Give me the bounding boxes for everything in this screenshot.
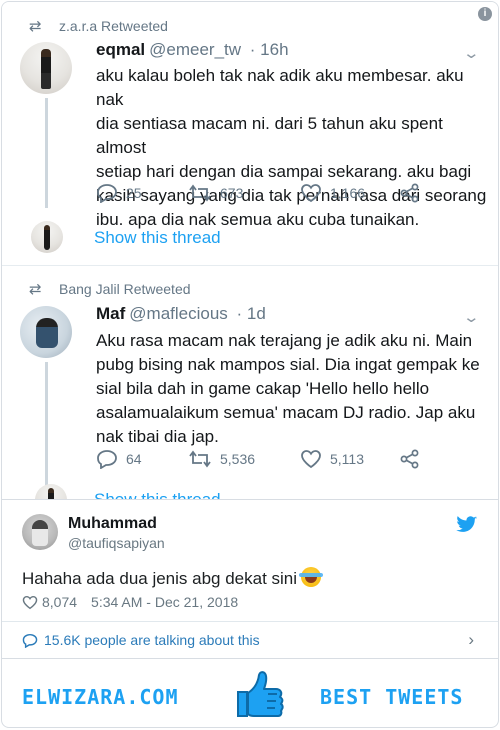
conversation-count-label: 15.6K people are talking about this [44,632,260,648]
reply-count: 64 [126,451,142,467]
heart-icon [301,184,321,203]
show-thread-link[interactable]: Show this thread [94,490,221,499]
heart-icon [301,450,321,469]
like-count: 1,166 [330,185,366,201]
retweet-icon [189,450,211,468]
retweet-context: ⇄ z.a.r.a Retweeted [29,17,168,35]
thread-connector [45,98,48,208]
retweet-context: ⇄ Bang Jalil Retweeted [29,280,191,298]
tweet-screenshot-image: i ⇄ z.a.r.a Retweeted eqmal @emeer_tw · 1… [2,2,498,499]
conversation-link[interactable]: 15.6K people are talking about this [22,632,260,648]
retweet-count: 673 [220,185,244,201]
retweet-action[interactable]: 673 [188,183,300,203]
retweet-icon [189,184,211,202]
reply-action[interactable]: 25 [96,183,188,203]
chevron-down-icon[interactable]: ⌄ [463,308,481,326]
thread-avatar[interactable] [35,484,67,499]
reply-icon [97,184,117,203]
avatar[interactable] [20,42,72,94]
info-icon[interactable]: i [478,7,492,21]
avatar[interactable] [20,306,72,358]
tweet-timestamp[interactable]: 5:34 AM - Dec 21, 2018 [91,594,238,610]
twitter-bird-icon[interactable] [456,516,478,534]
tweet-body: Hahaha ada dua jenis abg dekat sini [22,567,324,589]
tweet-time[interactable]: · 1d [237,304,266,323]
chevron-down-icon[interactable]: ⌄ [463,44,481,62]
author-name[interactable]: eqmal [96,40,145,59]
tweet-line: pubg bising nak mampos sial. Dia ingat g… [96,355,480,374]
like-action[interactable]: 5,113 [300,449,400,469]
divider [2,621,498,622]
retweet-context-label: z.a.r.a Retweeted [59,18,168,34]
tweet-time[interactable]: · 16h [250,40,289,59]
reply-count: 25 [126,185,142,201]
author-handle[interactable]: @maflecious [129,304,228,323]
embedded-tweet-card: i ⇄ z.a.r.a Retweeted eqmal @emeer_tw · 1… [1,1,499,728]
tweet-line: dia sentiasa macam ni. dari 5 tahun aku … [96,114,443,157]
heart-icon[interactable] [22,595,38,610]
retweet-icon: ⇄ [29,281,42,298]
divider [2,499,498,500]
tweet-line: setiap hari dengan dia sampai sekarang. … [96,162,472,181]
retweet-action[interactable]: 5,536 [188,449,300,469]
like-action[interactable]: 1,166 [300,183,400,203]
share-icon [400,183,419,203]
share-action[interactable] [400,449,420,469]
reply-action[interactable]: 64 [96,449,188,469]
tears-of-joy-emoji-icon [299,567,324,587]
thread-avatar[interactable] [31,221,63,253]
thread-connector [45,362,48,492]
tweet-line: aku kalau boleh tak nak adik aku membesa… [96,66,464,109]
like-count: 8,074 [42,594,78,610]
like-count: 5,113 [330,451,364,467]
thumbs-up-icon [237,671,284,717]
reply-icon [97,450,117,469]
tweet-body: aku kalau boleh tak nak adik aku membesa… [96,64,488,232]
tweet-header: Maf @maflecious · 1d [96,304,266,324]
tweet-body: Aku rasa macam nak terajang je adik aku … [96,329,488,449]
tweet-text: Hahaha ada dua jenis abg dekat sini [22,569,298,588]
tweet-header: eqmal @emeer_tw · 16h [96,40,289,60]
share-action[interactable] [400,183,420,203]
retweet-icon: ⇄ [29,18,42,35]
tweet-line: asalamualaikum semua' macam DJ radio. Ja… [96,403,476,422]
author-name[interactable]: Muhammad [68,515,157,533]
retweet-context-label: Bang Jalil Retweeted [59,281,191,297]
tweet-actions: 64 5,536 5,113 [96,448,446,470]
site-brand[interactable]: ELWIZARA.COM [22,685,179,709]
retweet-count: 5,536 [220,451,256,467]
show-thread-link[interactable]: Show this thread [94,228,221,248]
author-name[interactable]: Maf [96,304,125,323]
divider [2,265,498,266]
author-handle[interactable]: @taufiqsapiyan [68,535,165,551]
chevron-right-icon[interactable]: › [468,630,474,650]
tweet-meta: 8,074 5:34 AM - Dec 21, 2018 [22,594,238,610]
tweet-line: Aku rasa macam nak terajang je adik aku … [96,331,473,350]
share-icon [400,449,419,469]
tweet-line: nak tibai dia jap. [96,427,219,446]
author-handle[interactable]: @emeer_tw [149,40,241,59]
divider [2,658,498,659]
tweet-line: sial bila dah in game cakap 'Hello hello… [96,379,430,398]
avatar[interactable] [22,514,58,550]
tweet-actions: 25 673 1,166 [96,182,446,204]
tagline: BEST TWEETS [320,685,464,709]
speech-bubble-icon [22,633,38,648]
